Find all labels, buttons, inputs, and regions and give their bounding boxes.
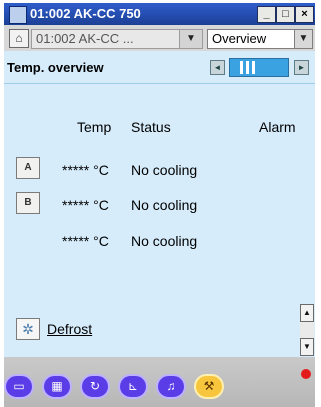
temp-value: ***** °C: [62, 162, 109, 178]
bell-icon[interactable]: ♫: [156, 374, 186, 399]
column-header-status: Status: [131, 119, 171, 135]
device-select[interactable]: 01:002 AK-CC ... ▼: [31, 29, 203, 49]
section-a-badge: A: [24, 162, 32, 173]
page-slider[interactable]: [229, 58, 289, 77]
home-icon[interactable]: ⌂: [9, 29, 29, 48]
column-header-alarm: Alarm: [259, 119, 296, 135]
status-value: No cooling: [131, 162, 198, 178]
vertical-scrollbar[interactable]: ▲ ▼: [300, 304, 314, 356]
scroll-up-button[interactable]: ▲: [300, 304, 314, 322]
display-icon[interactable]: ▭: [4, 374, 34, 399]
temp-value: ***** °C: [62, 197, 109, 213]
device-select-value: 01:002 AK-CC ...: [36, 31, 134, 46]
temp-value: ***** °C: [62, 233, 109, 249]
app-window: 01:002 AK-CC 750 _ □ × ⌂ 01:002 AK-CC ..…: [0, 0, 321, 407]
close-button[interactable]: ×: [295, 6, 314, 23]
defrost-link[interactable]: Defrost: [47, 321, 92, 337]
window-title: 01:002 AK-CC 750: [30, 6, 141, 21]
title-bar: 01:002 AK-CC 750 _ □ ×: [4, 3, 315, 25]
main-content: Temp. overview ◄ ► Temp Status Alarm A *…: [4, 51, 315, 357]
next-page-button[interactable]: ►: [294, 60, 309, 75]
alarm-indicator-icon[interactable]: [301, 369, 311, 379]
wrench-icon[interactable]: ⚒: [194, 374, 224, 399]
app-icon: [9, 6, 27, 24]
section-a-icon[interactable]: A: [16, 157, 40, 179]
chevron-down-icon[interactable]: ▼: [294, 30, 312, 48]
grid-icon[interactable]: ▦: [42, 374, 72, 399]
page-header: Temp. overview ◄ ►: [4, 51, 315, 83]
chevron-down-icon[interactable]: ▼: [179, 30, 202, 48]
prev-page-button[interactable]: ◄: [210, 60, 225, 75]
bottom-toolbar: ▭ ▦ ↻ ⊾ ♫ ⚒: [4, 357, 315, 407]
status-value: No cooling: [131, 197, 198, 213]
chart-icon[interactable]: ⊾: [118, 374, 148, 399]
tools-icon[interactable]: ↻: [80, 374, 110, 399]
status-value: No cooling: [131, 233, 198, 249]
divider: [4, 83, 315, 84]
snowflake-icon[interactable]: ✲: [16, 318, 40, 340]
minimize-button[interactable]: _: [257, 6, 276, 23]
scroll-down-button[interactable]: ▼: [300, 338, 314, 356]
view-select-value: Overview: [212, 31, 267, 46]
section-b-icon[interactable]: B: [16, 192, 40, 214]
toolbar: ⌂ 01:002 AK-CC ... ▼ Overview ▼: [4, 25, 315, 51]
view-select[interactable]: Overview ▼: [207, 29, 313, 49]
maximize-button[interactable]: □: [276, 6, 295, 23]
section-b-badge: B: [24, 197, 32, 208]
page-title: Temp. overview: [7, 60, 104, 75]
column-header-temp: Temp: [77, 119, 112, 135]
slider-thumb[interactable]: [240, 61, 258, 74]
